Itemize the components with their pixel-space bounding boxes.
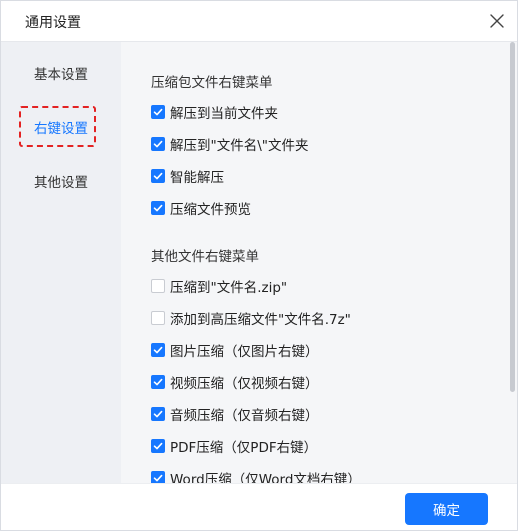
option-label: 压缩到"文件名.zip" — [170, 280, 288, 296]
check-icon — [153, 378, 163, 386]
option-extract-here[interactable]: 解压到当前文件夹 — [151, 103, 278, 122]
dialog-title: 通用设置 — [25, 15, 81, 31]
settings-dialog: 通用设置 基本设置 右键设置 其他设置 压缩包文件右键菜单 解压到当前文件夹 解… — [0, 0, 518, 531]
content-scrollbar[interactable] — [507, 42, 517, 483]
check-icon — [153, 410, 163, 418]
close-icon — [490, 14, 504, 28]
check-icon — [153, 140, 163, 148]
checkbox-checked[interactable] — [151, 343, 165, 357]
check-icon — [153, 172, 163, 180]
sidebar-item-context-menu[interactable]: 右键设置 — [1, 117, 121, 141]
close-button[interactable] — [485, 9, 509, 33]
checkbox-unchecked[interactable] — [151, 311, 165, 325]
option-label: PDF压缩（仅PDF右键） — [170, 440, 318, 456]
confirm-button[interactable]: 确定 — [405, 493, 488, 525]
checkbox-checked[interactable] — [151, 375, 165, 389]
checkbox-checked[interactable] — [151, 137, 165, 151]
checkbox-unchecked[interactable] — [151, 279, 165, 293]
sidebar-item-other[interactable]: 其他设置 — [1, 171, 121, 195]
option-image-compress[interactable]: 图片压缩（仅图片右键） — [151, 341, 319, 360]
section-title-archive: 压缩包文件右键菜单 — [151, 75, 273, 91]
check-icon — [153, 204, 163, 212]
option-video-compress[interactable]: 视频压缩（仅视频右键） — [151, 373, 319, 392]
checkbox-checked[interactable] — [151, 407, 165, 421]
option-label: 智能解压 — [170, 170, 224, 186]
checkbox-checked[interactable] — [151, 201, 165, 215]
option-label: 解压到当前文件夹 — [170, 106, 278, 122]
checkbox-checked[interactable] — [151, 471, 165, 483]
option-archive-preview[interactable]: 压缩文件预览 — [151, 199, 251, 218]
option-pdf-compress[interactable]: PDF压缩（仅PDF右键） — [151, 437, 318, 456]
checkbox-checked[interactable] — [151, 439, 165, 453]
sidebar-item-basic[interactable]: 基本设置 — [1, 63, 121, 87]
option-audio-compress[interactable]: 音频压缩（仅音频右键） — [151, 405, 319, 424]
option-compress-zip[interactable]: 压缩到"文件名.zip" — [151, 277, 288, 296]
option-compress-7z[interactable]: 添加到高压缩文件"文件名.7z" — [151, 309, 351, 328]
dialog-footer: 确定 — [1, 483, 517, 530]
section-title-other: 其他文件右键菜单 — [151, 249, 259, 265]
settings-content: 压缩包文件右键菜单 解压到当前文件夹 解压到"文件名\"文件夹 智能解压 压缩文… — [121, 42, 507, 483]
check-icon — [153, 442, 163, 450]
check-icon — [153, 108, 163, 116]
option-label: 压缩文件预览 — [170, 202, 251, 218]
option-label: 音频压缩（仅音频右键） — [170, 408, 319, 424]
title-bar: 通用设置 — [1, 1, 517, 42]
option-label: 图片压缩（仅图片右键） — [170, 344, 319, 360]
check-icon — [153, 346, 163, 354]
checkbox-checked[interactable] — [151, 169, 165, 183]
option-label: 添加到高压缩文件"文件名.7z" — [170, 312, 351, 328]
option-extract-to-folder[interactable]: 解压到"文件名\"文件夹 — [151, 135, 309, 154]
check-icon — [153, 474, 163, 482]
option-word-compress[interactable]: Word压缩（仅Word文档右键） — [151, 469, 361, 483]
checkbox-checked[interactable] — [151, 105, 165, 119]
option-smart-extract[interactable]: 智能解压 — [151, 167, 224, 186]
option-label: 视频压缩（仅视频右键） — [170, 376, 319, 392]
scrollbar-thumb[interactable] — [510, 42, 515, 392]
settings-sidebar: 基本设置 右键设置 其他设置 — [1, 42, 121, 483]
option-label: Word压缩（仅Word文档右键） — [170, 472, 361, 483]
option-label: 解压到"文件名\"文件夹 — [170, 138, 309, 154]
